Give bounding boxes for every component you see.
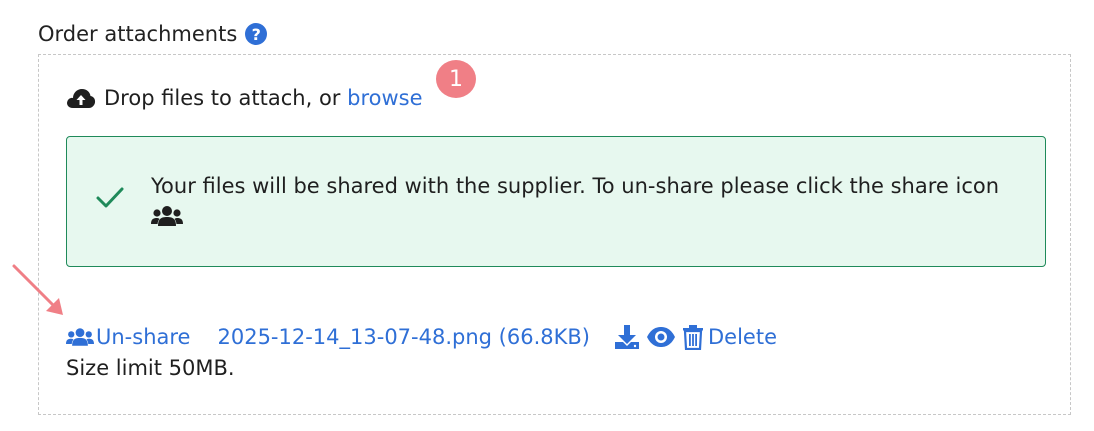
preview-eye-icon[interactable] — [646, 326, 676, 348]
drop-text: Drop files to attach, or — [104, 86, 348, 110]
delete-button[interactable]: Delete — [682, 324, 777, 350]
download-icon[interactable] — [614, 324, 640, 350]
attachment-row: Un-share 2025-12-14_13-07-48.png (66.8KB… — [66, 320, 777, 354]
browse-link[interactable]: browse — [347, 86, 422, 110]
order-attachments-label: Order attachments ? — [38, 22, 268, 46]
delete-label: Delete — [708, 325, 777, 349]
users-icon — [66, 327, 94, 347]
cloud-upload-icon — [66, 87, 96, 109]
trash-icon — [682, 324, 704, 350]
alert-message: Your files will be shared with the suppl… — [151, 174, 1000, 198]
annotation-arrow — [10, 262, 72, 324]
unshare-label: Un-share — [96, 325, 191, 349]
drop-instructions: Drop files to attach, or browse — [66, 86, 423, 110]
share-info-alert: Your files will be shared with the suppl… — [66, 136, 1046, 267]
annotation-badge: 1 — [436, 60, 476, 98]
unshare-button[interactable]: Un-share — [66, 325, 190, 349]
help-icon[interactable]: ? — [245, 23, 268, 45]
attachment-filename-link[interactable]: 2025-12-14_13-07-48.png (66.8KB) — [217, 325, 590, 349]
attachment-actions: Delete — [614, 324, 777, 350]
users-icon — [151, 205, 183, 227]
section-title: Order attachments — [38, 22, 238, 46]
check-icon — [95, 185, 125, 211]
size-limit-text: Size limit 50MB. — [66, 356, 235, 380]
